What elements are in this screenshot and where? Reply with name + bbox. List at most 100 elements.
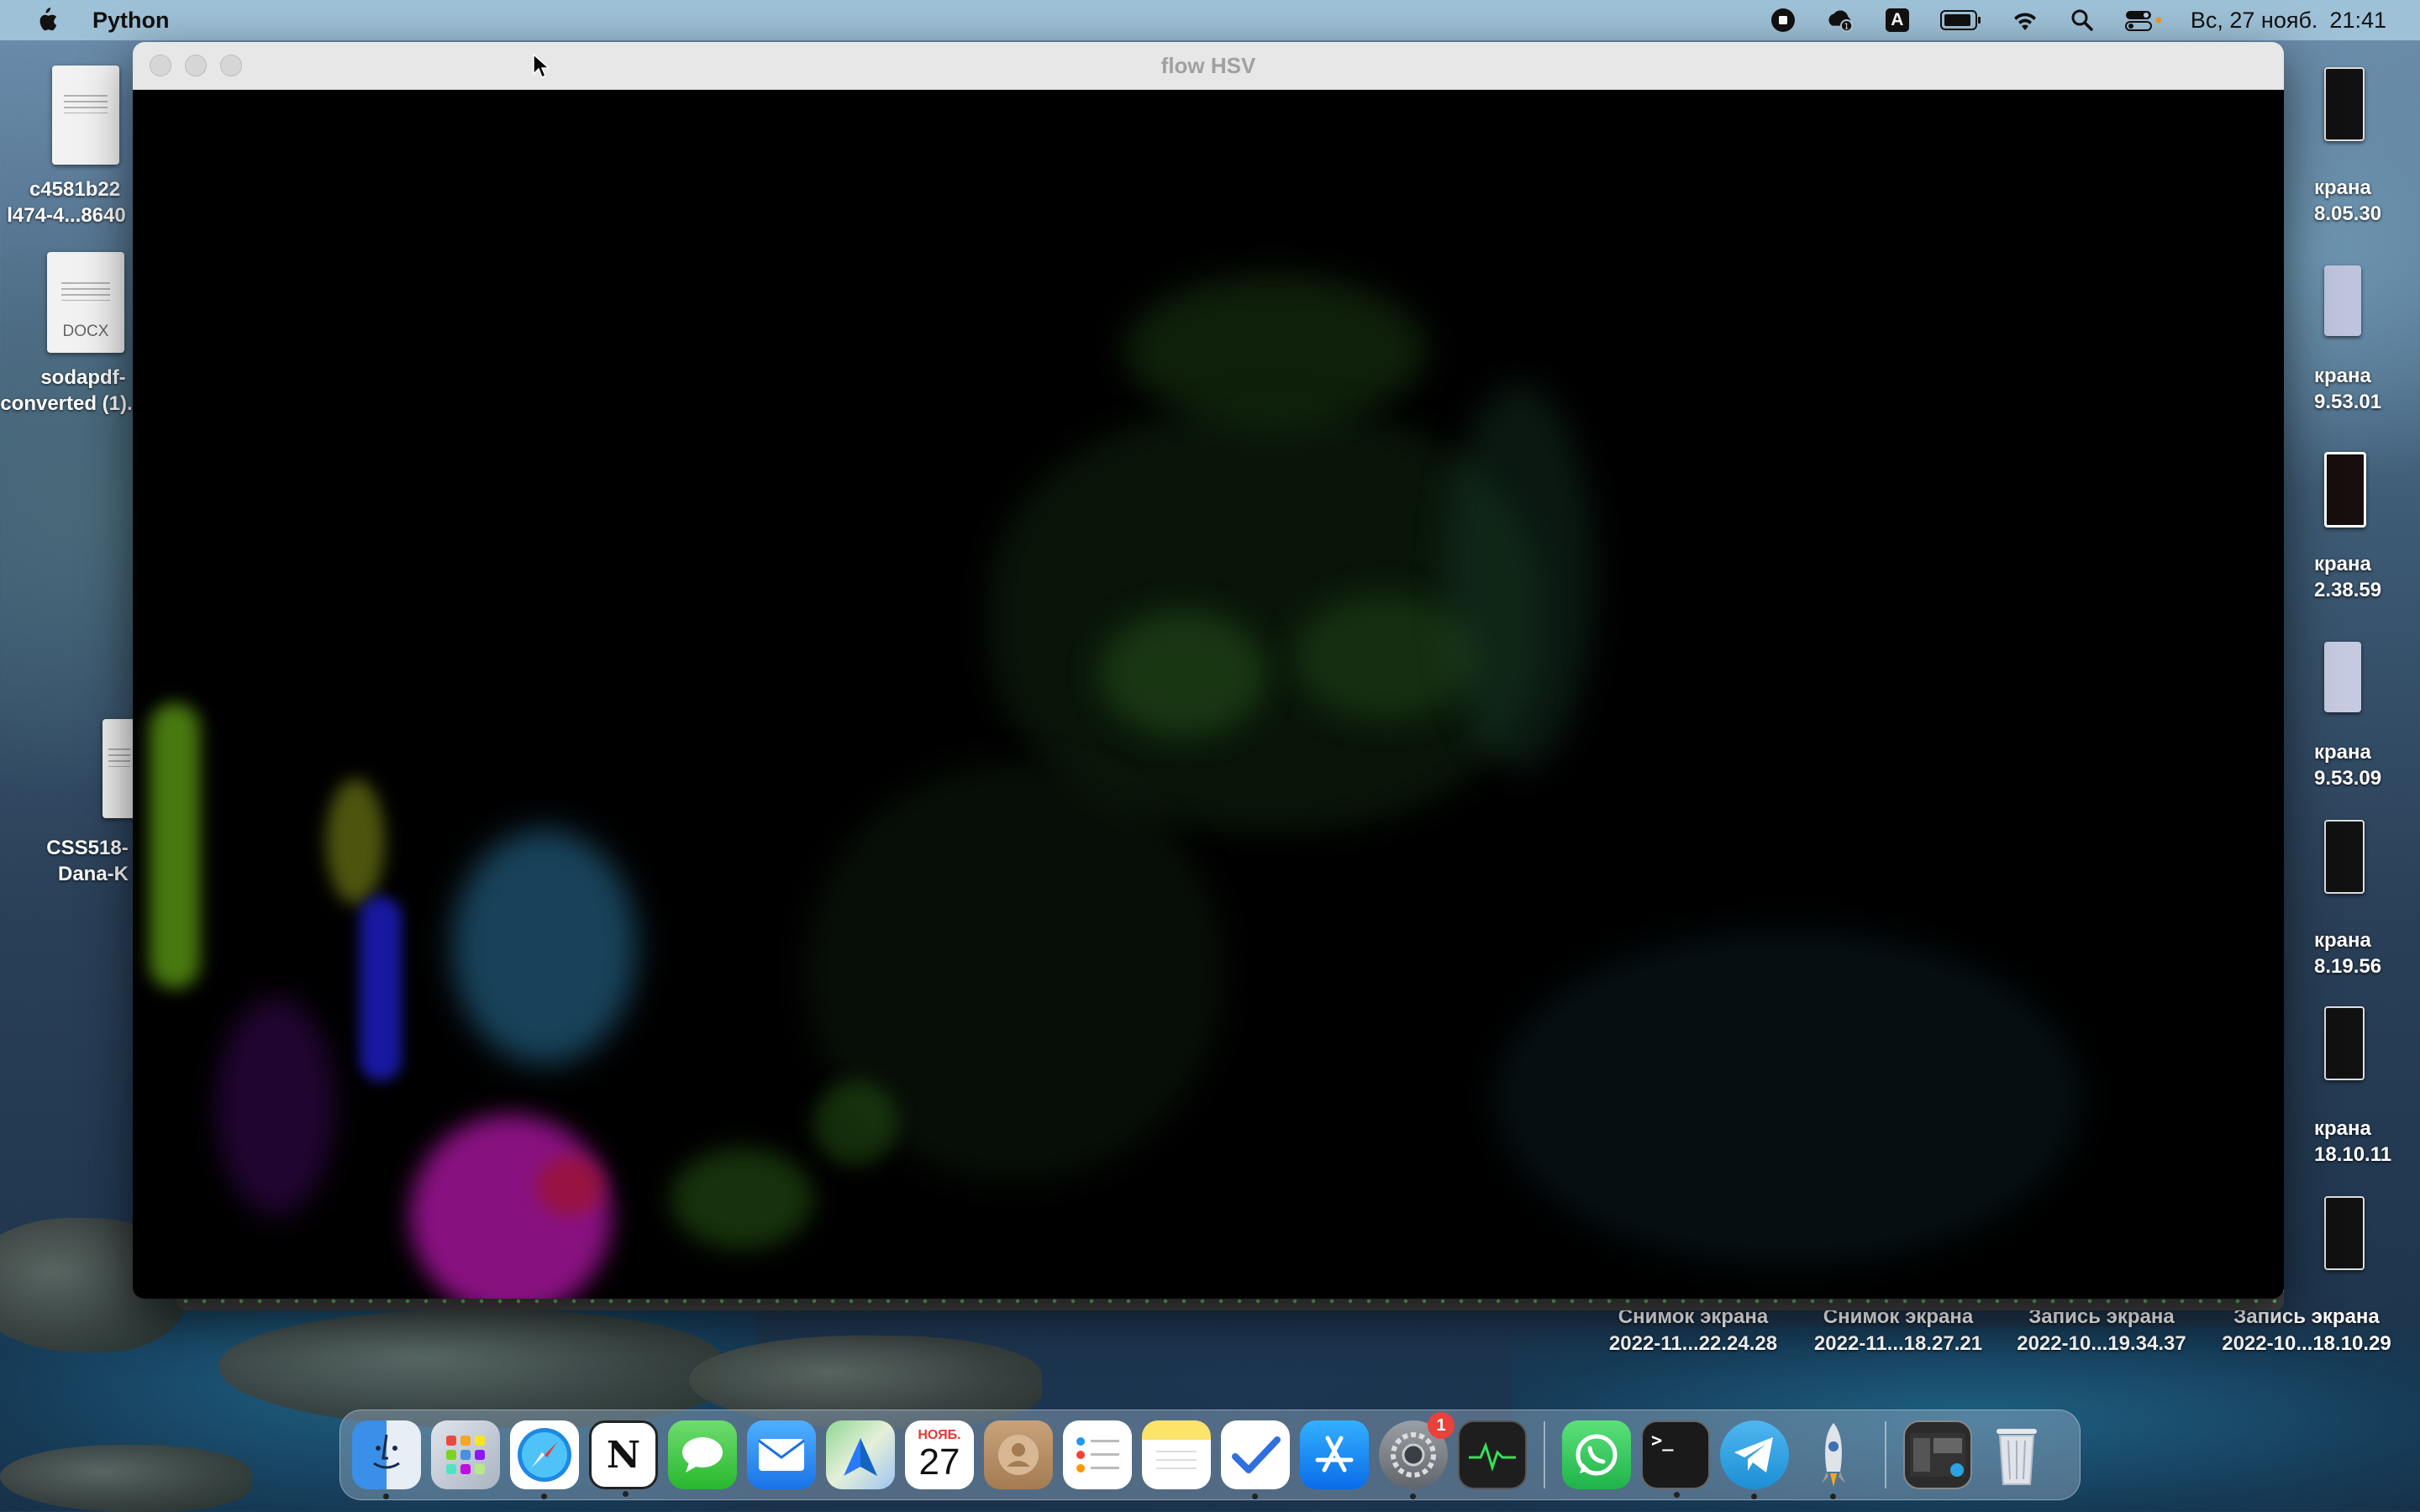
flow-region [671, 1148, 813, 1249]
notification-badge: 1 [1428, 1412, 1455, 1439]
flow-hsv-window[interactable]: flow HSV [133, 42, 2284, 1299]
optical-flow-canvas[interactable] [133, 90, 2284, 1299]
docx-file-icon: DOCX [47, 252, 124, 353]
screenshot-thumbnail [2324, 642, 2361, 712]
flow-region [217, 997, 334, 1215]
whatsapp-icon[interactable] [1562, 1420, 1631, 1489]
app-store-icon[interactable] [1300, 1420, 1369, 1489]
file-name-line2: 2022-11...18.27.21 [1813, 1332, 1983, 1355]
file-name-line2: 9.53.09 [2314, 767, 2382, 790]
file-name-line2: converted (1). [0, 392, 133, 415]
running-indicator [1252, 1494, 1258, 1499]
terminal-prompt: >_ [1651, 1431, 1674, 1452]
file-name-line2: 2022-10...19.34.37 [2017, 1332, 2186, 1355]
launchpad-icon[interactable] [431, 1420, 500, 1489]
flow-region [813, 1081, 897, 1165]
desktop-file-pdf[interactable]: c4581b22 l474-4...8640 [0, 66, 133, 228]
file-name-line2: 18.10.11 [2314, 1143, 2392, 1166]
safari-icon[interactable] [510, 1420, 579, 1499]
flow-region [452, 829, 637, 1064]
file-name-line1: крана [2314, 553, 2371, 575]
desktop-file-screenshot[interactable]: Снимок экрана 2022-11...22.24.28 [1597, 1304, 1790, 1357]
screenshot-thumbnail [2324, 1006, 2365, 1080]
finder-icon[interactable] [352, 1420, 421, 1499]
screenshot-thumbnail [2324, 820, 2365, 894]
calendar-day: 27 [918, 1441, 960, 1483]
desktop-file-screenshot[interactable]: крана 18.10.11 [2314, 1116, 2415, 1168]
contacts-icon[interactable] [984, 1420, 1053, 1489]
dock-separator [1544, 1421, 1545, 1488]
desktop-file-recording[interactable]: Запись экрана 2022-10...19.34.37 [2005, 1304, 2198, 1357]
flow-region [1099, 611, 1267, 737]
notion-icon[interactable]: N [589, 1420, 658, 1497]
mouse-cursor-icon [533, 54, 550, 79]
telegram-icon[interactable] [1720, 1420, 1789, 1499]
apple-menu-icon[interactable] [34, 6, 59, 34]
file-name-line1: sodapdf- [40, 366, 126, 389]
dock: N НОЯБ. 27 1 >_ [339, 1410, 2081, 1500]
flow-region [1444, 384, 1595, 770]
trash-icon[interactable] [1982, 1420, 2051, 1489]
desktop-file-screenshot[interactable]: крана 9.53.09 [2314, 739, 2415, 791]
file-name-line2: 2022-11...22.24.28 [1608, 1332, 1778, 1355]
desktop-file-docx[interactable]: DOCX sodapdf- converted (1). [0, 252, 133, 417]
search-icon[interactable] [2068, 8, 2096, 33]
running-indicator [1410, 1494, 1416, 1499]
vpn-badge-icon[interactable]: 1 [1826, 8, 1854, 33]
file-name-line1: CSS518- [46, 837, 129, 859]
desktop-file-screenshot[interactable]: крана 8.19.56 [2314, 927, 2415, 979]
screenshot-thumbnail [2324, 67, 2365, 141]
file-name-line1: крана [2314, 1117, 2371, 1140]
screenshot-thumbnail [2324, 452, 2366, 528]
flow-region [326, 779, 385, 905]
desktop-file-screenshot[interactable]: Снимок экрана 2022-11...18.27.21 [1802, 1304, 1995, 1357]
file-name-line1: крана [2314, 365, 2371, 387]
file-name-line1: крана [2314, 929, 2371, 952]
input-source-icon[interactable]: A [1883, 8, 1912, 33]
calendar-icon[interactable]: НОЯБ. 27 [905, 1420, 974, 1489]
notion-letter: N [606, 1433, 641, 1477]
minimized-window-thumbnail[interactable] [1903, 1420, 1972, 1489]
flow-region [150, 703, 200, 989]
document-thumbnail [103, 719, 136, 818]
window-title: flow HSV [1160, 52, 1256, 78]
reminders-icon[interactable] [1063, 1420, 1132, 1489]
messages-icon[interactable] [668, 1420, 737, 1489]
document-thumbnail [52, 66, 119, 165]
app-menu-name[interactable]: Python [92, 8, 170, 34]
file-name-line2: 9.53.01 [2314, 391, 2382, 413]
screen-record-stop-icon[interactable] [1769, 8, 1797, 33]
docx-label: DOCX [62, 323, 109, 340]
menu-clock[interactable]: Вс, 27 нояб. 21:41 [2191, 8, 2386, 34]
flow-region [1494, 930, 2082, 1266]
running-indicator [623, 1491, 629, 1497]
desktop-file-screenshot[interactable]: крана 9.53.01 [2314, 363, 2415, 415]
mail-icon[interactable] [747, 1420, 816, 1489]
file-name-line1: крана [2314, 741, 2371, 764]
desktop-file-screenshot[interactable]: крана 8.05.30 [2314, 175, 2415, 227]
menu-bar: Python 1 A Вс, 27 нояб. 21:41 [0, 0, 2420, 40]
running-indicator [541, 1494, 547, 1499]
maps-icon[interactable] [826, 1420, 895, 1489]
activity-monitor-icon[interactable] [1458, 1420, 1527, 1489]
file-name-line2: 8.05.30 [2314, 202, 2382, 225]
wifi-icon[interactable] [2011, 8, 2039, 33]
desktop-file-recording[interactable]: Запись экрана 2022-10...18.10.29 [2210, 1304, 2403, 1357]
file-name-line1: c4581b22 [29, 178, 121, 201]
system-preferences-icon[interactable]: 1 [1379, 1412, 1455, 1499]
notes-icon[interactable] [1142, 1420, 1211, 1489]
terminal-icon[interactable]: >_ [1641, 1420, 1710, 1498]
control-center-icon[interactable] [2124, 8, 2162, 33]
running-indicator [1830, 1494, 1836, 1499]
file-name-line2: l474-4...8640 [7, 204, 126, 227]
file-name-line2: 2022-10...18.10.29 [2222, 1332, 2391, 1355]
python-launcher-icon[interactable] [1799, 1420, 1868, 1499]
window-titlebar[interactable]: flow HSV [133, 42, 2284, 90]
dock-separator [1885, 1421, 1886, 1488]
battery-icon[interactable] [1939, 8, 1982, 33]
desktop-file-css[interactable]: CSS518- Dana-K [0, 719, 136, 887]
clock-date: Вс, 27 нояб. [2190, 7, 2318, 33]
status-area: 1 A Вс, 27 нояб. 21:41 [1769, 8, 2386, 34]
desktop-file-screenshot[interactable]: крана 2.38.59 [2314, 551, 2415, 603]
tasks-icon[interactable] [1221, 1420, 1290, 1499]
